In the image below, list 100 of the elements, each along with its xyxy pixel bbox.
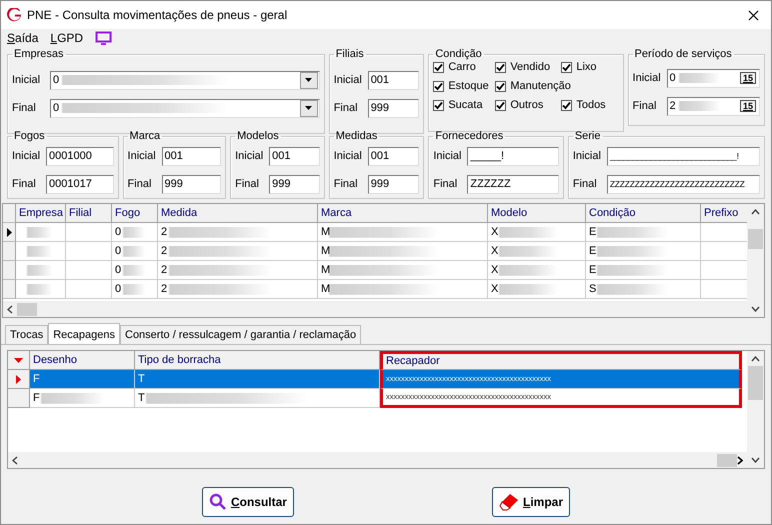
monitor-icon[interactable]: [95, 30, 112, 44]
input-field[interactable]: ZZZZZZ: [467, 174, 559, 194]
field-label: Inicial: [128, 150, 157, 162]
checkbox-label[interactable]: Todos: [576, 99, 606, 111]
column-header[interactable]: Marca: [318, 204, 488, 223]
row-indicator[interactable]: [3, 223, 16, 242]
input-field[interactable]: 999: [368, 174, 420, 194]
input-field[interactable]: _____!: [467, 146, 559, 166]
checkbox[interactable]: [433, 62, 444, 72]
scroll-thumb[interactable]: [717, 454, 737, 466]
column-header[interactable]: Empresa: [16, 204, 66, 223]
tab[interactable]: Trocas: [5, 325, 48, 344]
field-label: Final: [235, 178, 260, 190]
table-cell: X: [488, 242, 586, 261]
checkbox-label[interactable]: Lixo: [576, 61, 597, 73]
scroll-right-icon[interactable]: [737, 456, 743, 464]
table-cell: X: [488, 223, 586, 242]
input-field[interactable]: 001: [368, 70, 420, 90]
vertical-scrollbar[interactable]: [747, 204, 764, 317]
checkbox-label[interactable]: Manutenção: [510, 80, 571, 92]
eraser-icon: [498, 493, 519, 511]
group-label: Serie: [574, 130, 602, 142]
checkmark-icon: [434, 100, 444, 110]
input-field[interactable]: 001: [269, 146, 320, 166]
input-field[interactable]: 0001000: [46, 146, 114, 166]
row-pointer-icon: [6, 228, 12, 236]
group-label: Fornecedores: [434, 130, 504, 142]
horizontal-scrollbar[interactable]: [3, 301, 747, 317]
row-pointer-icon: [16, 374, 21, 384]
checkbox[interactable]: [561, 100, 572, 110]
checkbox-label[interactable]: Outros: [510, 99, 544, 111]
input-field[interactable]: ZZZZZZZZZZZZZZZZZZZZZZZZZZZ: [606, 174, 760, 194]
table-cell: 0: [112, 223, 158, 242]
horizontal-scrollbar[interactable]: [8, 452, 747, 468]
table-cell: F: [30, 370, 135, 389]
search-icon: [208, 493, 227, 511]
scroll-thumb[interactable]: [17, 302, 37, 316]
field-label: Inicial: [433, 150, 462, 162]
column-header[interactable]: Desenho: [30, 351, 135, 370]
checkbox[interactable]: [561, 62, 572, 72]
table-cell: 2: [158, 223, 318, 242]
table-cell: X: [488, 280, 586, 299]
checkbox-label[interactable]: Vendido: [510, 61, 550, 73]
scroll-left-icon[interactable]: [12, 456, 18, 464]
close-icon[interactable]: [748, 10, 759, 20]
field-label: Final: [12, 178, 37, 190]
input-field[interactable]: 999: [269, 174, 320, 194]
checkmark-icon: [434, 82, 444, 90]
checkbox[interactable]: [433, 100, 444, 110]
checkmark-icon: [562, 62, 572, 72]
table-cell: S: [586, 280, 701, 299]
scroll-down-icon[interactable]: [751, 457, 760, 463]
tab[interactable]: Conserto / ressulcagem / garantia / reclamação: [120, 325, 362, 344]
field-label: Inicial: [632, 72, 662, 84]
sort-triangle-icon[interactable]: [14, 358, 23, 362]
input-field[interactable]: 0001017: [46, 174, 114, 194]
table-cell: 2: [158, 280, 318, 299]
input-field[interactable]: 001: [162, 146, 222, 166]
column-header[interactable]: Filial: [66, 204, 112, 223]
scroll-thumb[interactable]: [748, 229, 763, 249]
input-field[interactable]: 999: [162, 174, 222, 194]
input-field[interactable]: 001: [368, 146, 420, 166]
search-button[interactable]: Consultar: [202, 487, 294, 517]
scroll-up-icon[interactable]: [751, 356, 760, 362]
scroll-left-icon[interactable]: [7, 304, 13, 314]
vertical-scrollbar[interactable]: [747, 351, 764, 468]
scroll-thumb[interactable]: [748, 366, 763, 400]
checkbox[interactable]: [433, 80, 444, 92]
table-cell: 0: [112, 261, 158, 280]
group-label: Medidas: [334, 130, 378, 142]
checkbox[interactable]: [495, 80, 506, 92]
window-title: PNE - Consulta movimentações de pneus - geral: [27, 8, 288, 22]
column-header[interactable]: Fogo: [112, 204, 158, 223]
column-header[interactable]: Recapador: [380, 351, 742, 370]
tab[interactable]: Recapagens: [48, 323, 120, 345]
field-label: Final: [334, 102, 359, 114]
checkbox-label[interactable]: Sucata: [448, 99, 483, 111]
checkbox-label[interactable]: Carro: [448, 61, 476, 73]
column-header[interactable]: Condição: [586, 204, 701, 223]
field-label: Final: [572, 178, 598, 190]
input-field[interactable]: ____________________________!: [606, 146, 760, 166]
field-label: Inicial: [334, 150, 363, 162]
checkbox[interactable]: [495, 100, 506, 110]
table-cell: M: [318, 261, 488, 280]
table-cell: E: [586, 242, 701, 261]
clear-button[interactable]: Limpar: [492, 487, 570, 517]
column-header[interactable]: Medida: [158, 204, 318, 223]
menu-item[interactable]: LGPD: [50, 30, 84, 44]
table-cell: M: [318, 223, 488, 242]
column-header[interactable]: Modelo: [488, 204, 586, 223]
column-header[interactable]: Tipo de borracha: [135, 351, 380, 370]
menu-item[interactable]: Saída: [7, 30, 38, 44]
checkbox-label[interactable]: Estoque: [448, 80, 489, 92]
scroll-down-icon[interactable]: [751, 306, 760, 312]
table-cell: 2: [158, 261, 318, 280]
scroll-up-icon[interactable]: [751, 209, 760, 215]
group-label: Empresas: [13, 48, 65, 60]
checkmark-icon: [434, 62, 444, 72]
input-field[interactable]: 999: [368, 98, 420, 118]
checkbox[interactable]: [495, 62, 506, 72]
